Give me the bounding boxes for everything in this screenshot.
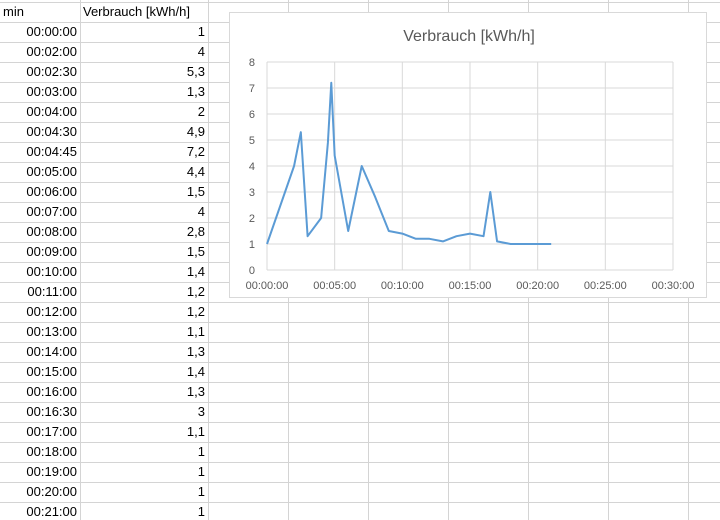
- y-tick-label: 5: [249, 135, 255, 147]
- cell-verbrauch[interactable]: 1,1: [80, 322, 208, 342]
- header-cell-min[interactable]: min: [0, 2, 80, 22]
- cell-min[interactable]: 00:18:00: [0, 442, 80, 462]
- series-line: [266, 81, 552, 245]
- cell-min[interactable]: 00:16:30: [0, 402, 80, 422]
- cell-min[interactable]: 00:11:00: [0, 282, 80, 302]
- cell-min[interactable]: 00:09:00: [0, 242, 80, 262]
- cell-min[interactable]: 00:05:00: [0, 162, 80, 182]
- x-tick-label: 00:00:00: [246, 280, 289, 292]
- cell-min[interactable]: 00:14:00: [0, 342, 80, 362]
- cell-min[interactable]: 00:20:00: [0, 482, 80, 502]
- cell-verbrauch[interactable]: 1,2: [80, 302, 208, 322]
- cell-verbrauch[interactable]: 1: [80, 22, 208, 42]
- cell-verbrauch[interactable]: 7,2: [80, 142, 208, 162]
- y-tick-label: 2: [249, 213, 255, 225]
- cell-verbrauch[interactable]: 5,3: [80, 62, 208, 82]
- chart-canvas: Verbrauch [kWh/h] 00:00:00 00:05:00 00:10:…: [246, 28, 695, 292]
- x-tick-label: 00:25:00: [584, 280, 627, 292]
- y-tick-label: 7: [249, 83, 255, 95]
- cell-min[interactable]: 00:16:00: [0, 382, 80, 402]
- x-tick-label: 00:20:00: [516, 280, 559, 292]
- header-cell-verbrauch[interactable]: Verbrauch [kWh/h]: [80, 2, 208, 22]
- y-tick-label: 1: [249, 239, 255, 251]
- cell-verbrauch[interactable]: 1: [80, 482, 208, 502]
- y-tick-label: 4: [249, 161, 255, 173]
- cell-verbrauch[interactable]: 1,5: [80, 182, 208, 202]
- cell-verbrauch[interactable]: 1,3: [80, 82, 208, 102]
- cell-min[interactable]: 00:02:30: [0, 62, 80, 82]
- cell-min[interactable]: 00:17:00: [0, 422, 80, 442]
- cell-verbrauch[interactable]: 1,1: [80, 422, 208, 442]
- cell-verbrauch[interactable]: 1: [80, 442, 208, 462]
- cell-verbrauch[interactable]: 4: [80, 202, 208, 222]
- y-tick-label: 6: [249, 109, 255, 121]
- cell-verbrauch[interactable]: 1,3: [80, 342, 208, 362]
- cell-min[interactable]: 00:19:00: [0, 462, 80, 482]
- cell-min[interactable]: 00:15:00: [0, 362, 80, 382]
- cell-verbrauch[interactable]: 2,8: [80, 222, 208, 242]
- cell-verbrauch[interactable]: 1,4: [80, 362, 208, 382]
- cell-min[interactable]: 00:08:00: [0, 222, 80, 242]
- cell-verbrauch[interactable]: 2: [80, 102, 208, 122]
- cell-min[interactable]: 00:06:00: [0, 182, 80, 202]
- cell-min[interactable]: 00:21:00: [0, 502, 80, 520]
- y-tick-label: 0: [249, 265, 255, 277]
- cell-verbrauch[interactable]: 1,4: [80, 262, 208, 282]
- spreadsheet[interactable]: min Verbrauch [kWh/h] 00:00:00 1 00:02:00 4…: [0, 0, 720, 520]
- cell-min[interactable]: 00:12:00: [0, 302, 80, 322]
- cell-min[interactable]: 00:04:30: [0, 122, 80, 142]
- cell-verbrauch[interactable]: 4,4: [80, 162, 208, 182]
- cell-verbrauch[interactable]: 3: [80, 402, 208, 422]
- line-chart[interactable]: Verbrauch [kWh/h] 00:00:00 00:05:00 00:10:…: [229, 12, 707, 298]
- cell-min[interactable]: 00:13:00: [0, 322, 80, 342]
- cell-verbrauch[interactable]: 4,9: [80, 122, 208, 142]
- x-tick-label: 00:10:00: [381, 280, 424, 292]
- chart-title: Verbrauch [kWh/h]: [403, 28, 535, 45]
- cell-min[interactable]: 00:10:00: [0, 262, 80, 282]
- x-tick-label: 00:15:00: [449, 280, 492, 292]
- cell-verbrauch[interactable]: 4: [80, 42, 208, 62]
- cell-min[interactable]: 00:02:00: [0, 42, 80, 62]
- cell-verbrauch[interactable]: 1,3: [80, 382, 208, 402]
- cell-min[interactable]: 00:00:00: [0, 22, 80, 42]
- cell-min[interactable]: 00:04:45: [0, 142, 80, 162]
- cell-min[interactable]: 00:03:00: [0, 82, 80, 102]
- x-tick-label: 00:05:00: [313, 280, 356, 292]
- cell-min[interactable]: 00:04:00: [0, 102, 80, 122]
- y-tick-label: 3: [249, 187, 255, 199]
- cell-verbrauch[interactable]: 1,2: [80, 282, 208, 302]
- cell-verbrauch[interactable]: 1: [80, 502, 208, 520]
- x-tick-label: 00:30:00: [652, 280, 695, 292]
- cell-verbrauch[interactable]: 1,5: [80, 242, 208, 262]
- y-tick-label: 8: [249, 57, 255, 69]
- cell-verbrauch[interactable]: 1: [80, 462, 208, 482]
- cell-min[interactable]: 00:07:00: [0, 202, 80, 222]
